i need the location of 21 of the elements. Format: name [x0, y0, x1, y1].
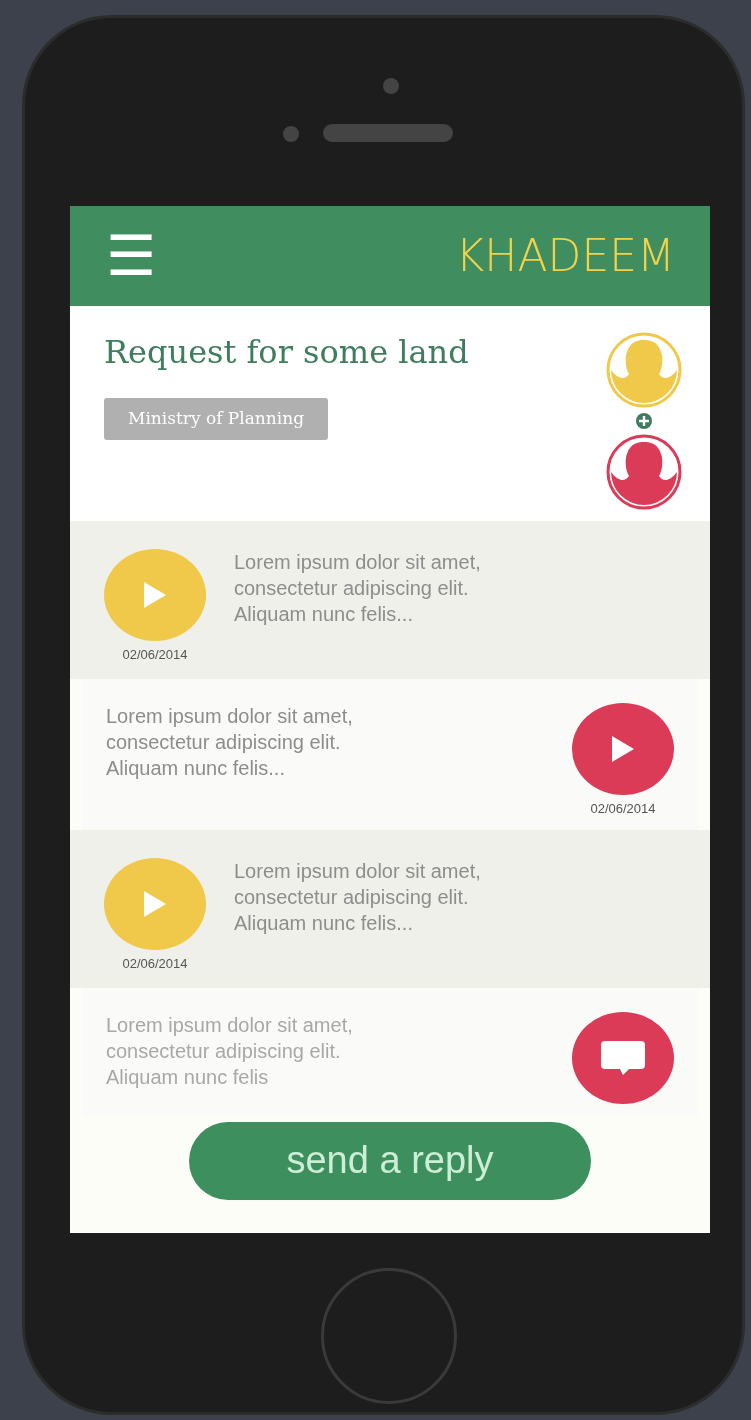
- menu-button[interactable]: ☰: [106, 228, 156, 284]
- message-text: Lorem ipsum dolor sit amet, consectetur adipiscing elit. Aliquam nunc felis: [106, 1012, 353, 1090]
- message-date: 02/06/2014: [590, 799, 656, 818]
- chat-icon: [601, 1040, 645, 1075]
- request-title: Request for some land: [104, 332, 469, 373]
- department-tag: Ministry of Planning: [104, 398, 329, 440]
- camera-icon: [383, 78, 399, 94]
- sensor-icon: [283, 126, 299, 142]
- message-date: 02/06/2014: [122, 955, 188, 973]
- message-date: 02/06/2014: [122, 646, 188, 664]
- message-text: Lorem ipsum dolor sit amet, consectetur adipiscing elit. Aliquam nunc felis...: [106, 703, 353, 781]
- app-title: KHADEEM: [455, 229, 675, 283]
- speaker-icon: [323, 124, 453, 142]
- play-icon: [144, 891, 166, 917]
- send-reply-button[interactable]: send a reply: [189, 1121, 591, 1200]
- play-icon: [144, 582, 166, 608]
- home-button[interactable]: [321, 1268, 457, 1404]
- plus-icon: [635, 412, 653, 430]
- message-text: Lorem ipsum dolor sit amet, consectetur adipiscing elit. Aliquam nunc felis...: [234, 859, 481, 936]
- play-icon: [612, 735, 634, 762]
- message-text: Lorem ipsum dolor sit amet, consectetur adipiscing elit. Aliquam nunc felis...: [234, 550, 481, 627]
